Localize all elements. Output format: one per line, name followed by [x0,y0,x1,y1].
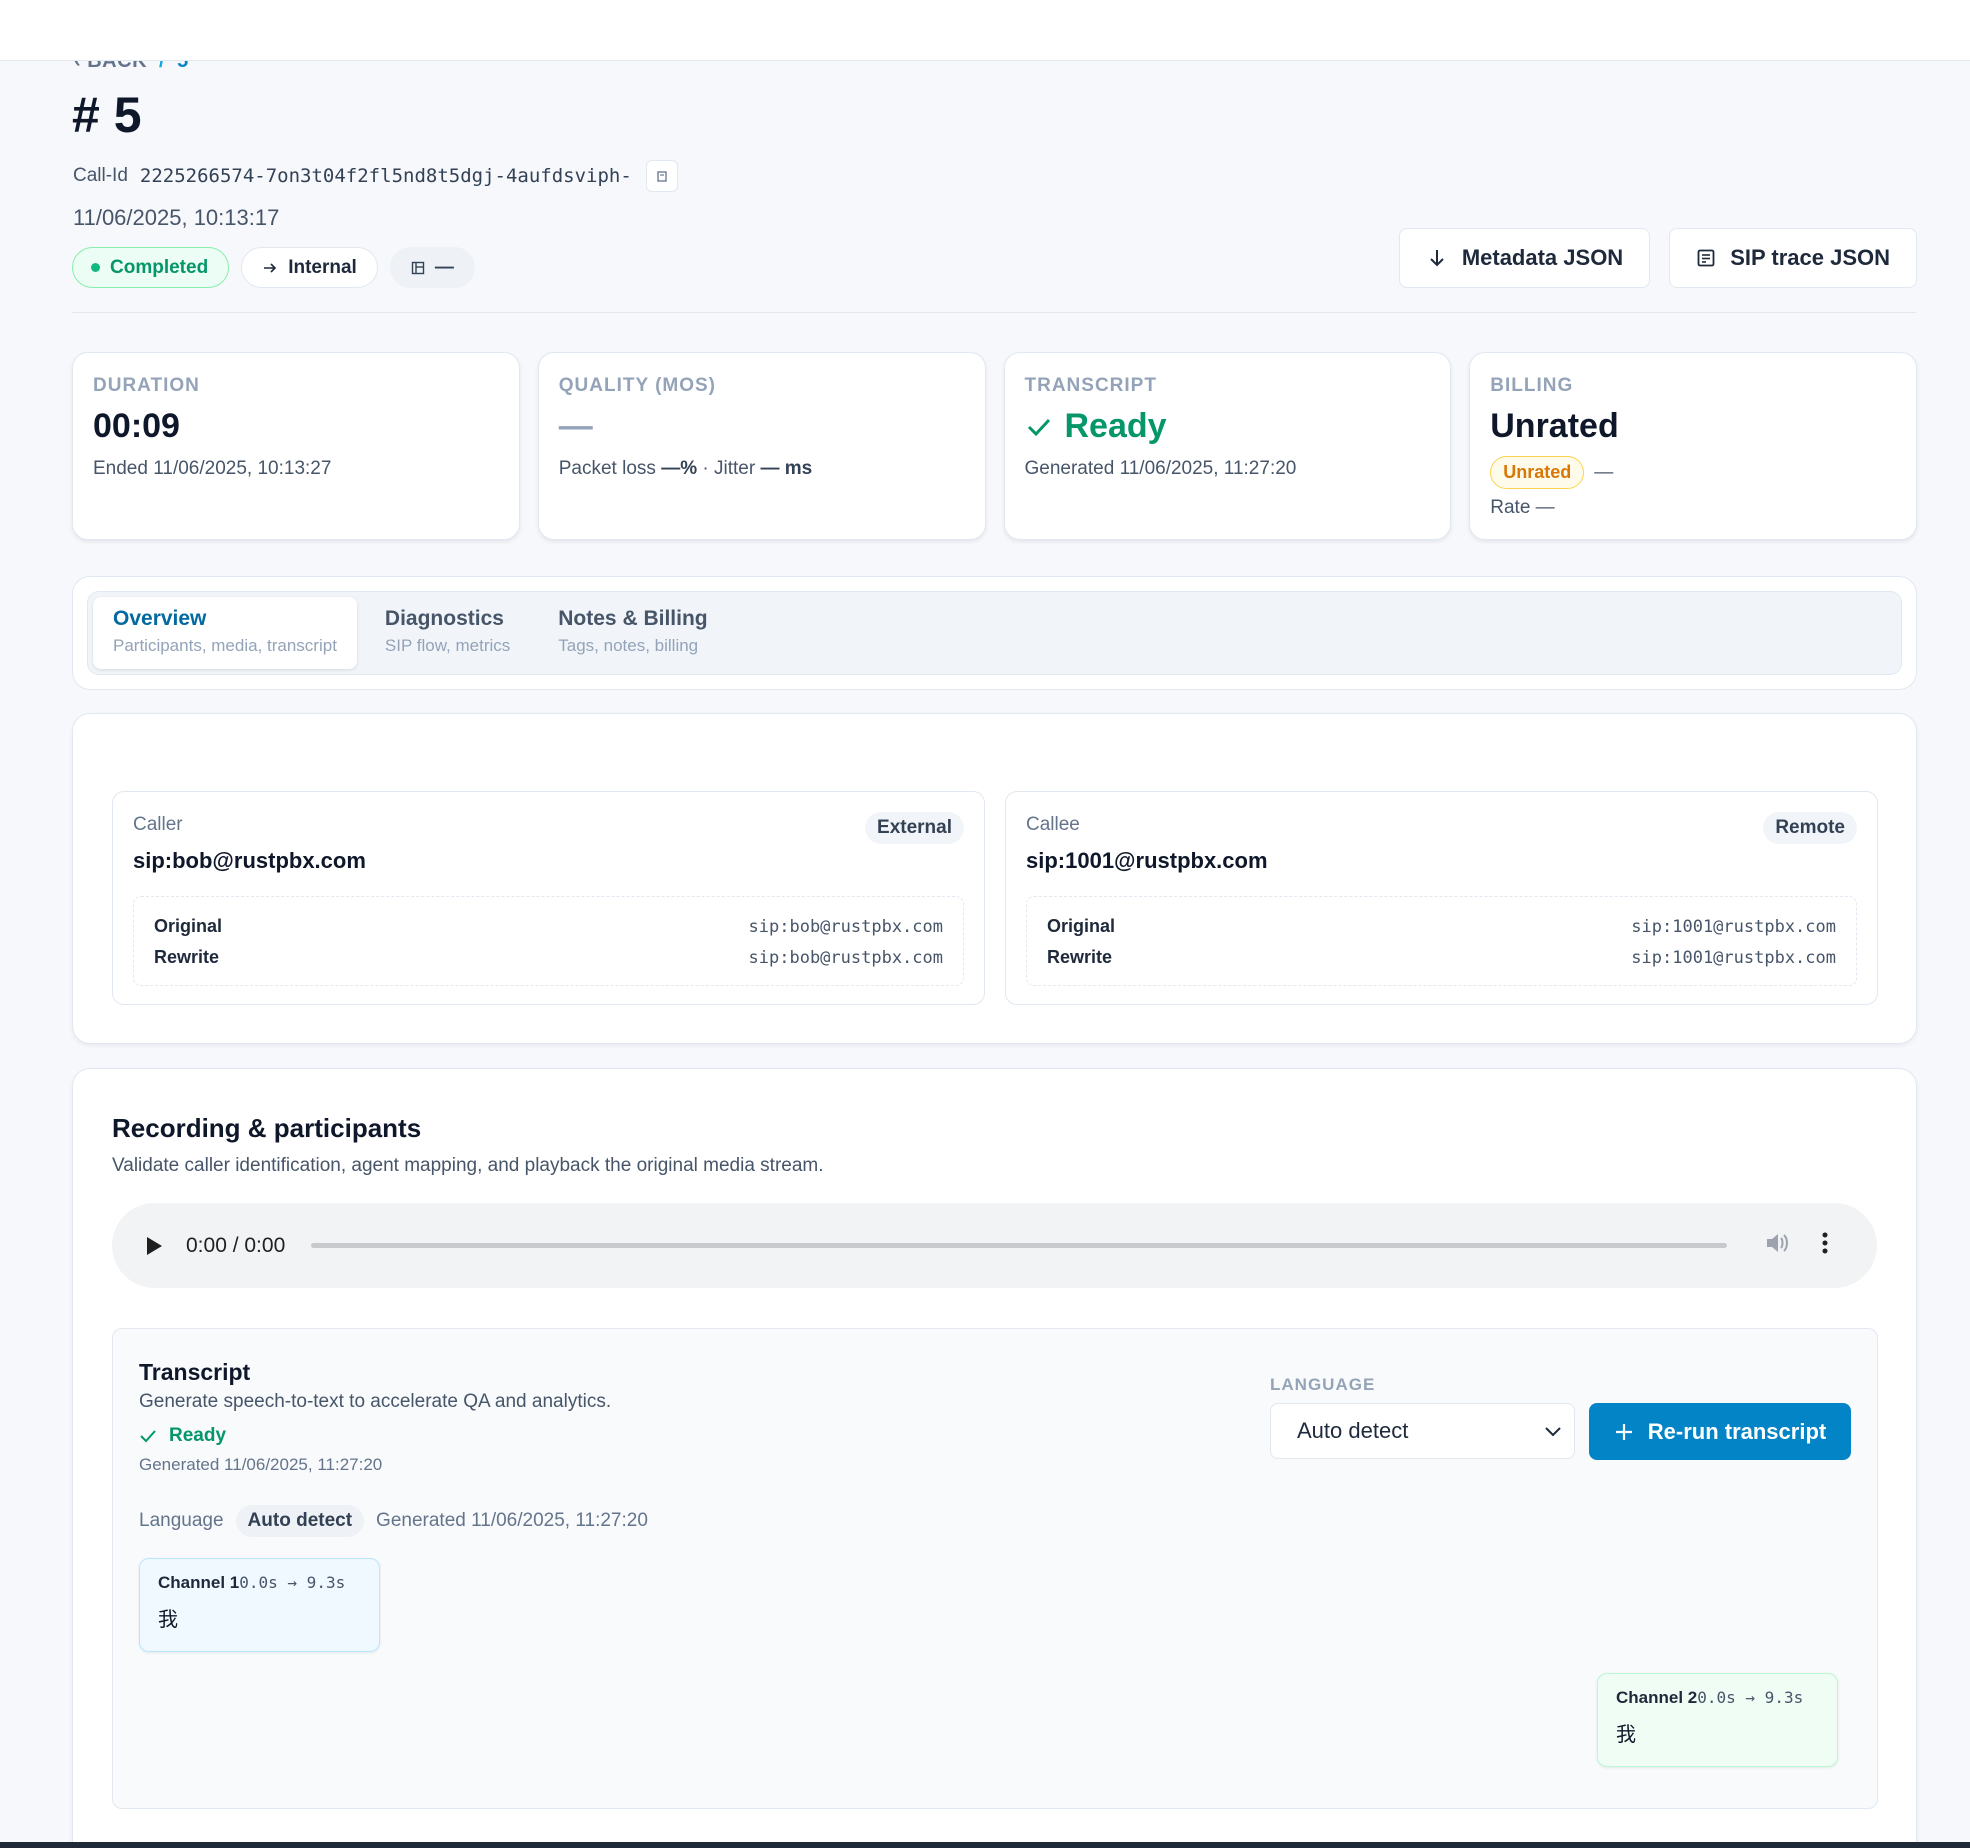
recording-title: Recording & participants [112,1113,422,1143]
callee-uri: sip:1001@rustpbx.com [1026,848,1268,873]
language-label: LANGUAGE [1270,1375,1376,1394]
quality-label: QUALITY (MOS) [558,375,717,396]
rerun-transcript-button[interactable]: Re-run transcript [1589,1403,1851,1460]
participants-card: Caller External sip:bob@rustpbx.com Orig… [72,713,1917,1044]
tabs-card: Overview Participants, media, transcript… [72,576,1917,690]
transcript-segment: Channel 20.0s → 9.3s 我 [1597,1673,1838,1767]
trunk-icon [411,261,425,274]
play-button[interactable] [142,1234,166,1258]
call-id-row: Call-Id 2225266574-7on3t04f2fl5nd8t5dgj-… [73,160,678,192]
tab-notes-billing[interactable]: Notes & Billing Tags, notes, billing [538,597,727,669]
top-bar [0,0,1970,61]
language-chip: Auto detect [235,1505,365,1537]
more-vertical-icon [1822,1232,1828,1254]
billing-label: BILLING [1490,375,1574,396]
recording-card: Recording & participants Validate caller… [72,1068,1917,1848]
duration-card: DURATION 00:09 Ended 11/06/2025, 10:13:2… [72,352,520,540]
quality-value: — [558,407,593,445]
metadata-json-button[interactable]: Metadata JSON [1398,228,1651,288]
segment-text: 我 [1616,1722,1636,1746]
segment-text: 我 [158,1607,178,1631]
header-divider [72,312,1916,313]
duration-value: 00:09 [93,407,180,445]
transcript-generated-time: Generated 11/06/2025, 11:27:20 [139,1455,383,1474]
tab-diagnostics[interactable]: Diagnostics SIP flow, metrics [365,597,530,669]
callee-uri-details: Original sip:1001@rustpbx.com Rewrite sip:… [1026,896,1857,986]
check-icon [1027,418,1050,436]
tab-list: Overview Participants, media, transcript… [87,591,1902,675]
billing-value: Unrated [1490,407,1619,445]
volume-icon [1767,1234,1789,1252]
tab-overview[interactable]: Overview Participants, media, transcript [93,597,357,669]
transcript-card: TRANSCRIPT Ready Generated 11/06/2025, 1… [1003,352,1452,540]
bottom-edge [0,1842,1970,1848]
quality-metrics: Packet loss —% · Jitter — ms [558,458,813,479]
caller-tag: External [865,812,964,844]
call-timestamp: 11/06/2025, 10:13:17 [73,205,280,230]
caller-uri-details: Original sip:bob@rustpbx.com Rewrite sip:b… [133,896,964,986]
volume-button[interactable] [1765,1231,1791,1260]
download-icon [1430,250,1444,267]
duration-ended: Ended 11/06/2025, 10:13:27 [93,458,332,479]
arrow-right-icon [264,262,277,273]
audio-player: 0:00 / 0:00 [112,1203,1877,1288]
transcript-ready-status: Ready [139,1425,226,1447]
callee-panel: Callee Remote sip:1001@rustpbx.com Origi… [1005,791,1878,1005]
transcript-title: Transcript [139,1359,251,1385]
page-title: # 5 [72,87,142,143]
status-dot-icon [91,263,100,272]
caller-original-uri: sip:bob@rustpbx.com [748,916,943,937]
callee-rewrite-uri: sip:1001@rustpbx.com [1631,947,1836,968]
copy-icon [657,171,667,182]
check-icon [140,1430,156,1443]
billing-status-row: Unrated — [1490,456,1896,489]
billing-rate: Rate — [1490,497,1555,518]
language-select[interactable]: Auto detect [1270,1403,1575,1459]
duration-label: DURATION [93,375,200,396]
transcript-status: Ready [1025,407,1431,446]
stats-row: DURATION 00:09 Ended 11/06/2025, 10:13:2… [72,352,1917,540]
call-id-label: Call-Id [73,165,128,186]
direction-badge: Internal [241,247,378,288]
callee-role: Callee [1026,814,1080,835]
transcript-meta: Language Auto detect Generated 11/06/202… [139,1505,648,1537]
caller-panel: Caller External sip:bob@rustpbx.com Orig… [112,791,985,1005]
callee-tag: Remote [1763,812,1857,844]
transcript-panel: Transcript Generate speech-to-text to ac… [112,1328,1878,1809]
seek-bar[interactable] [311,1243,1728,1248]
caller-rewrite-uri: sip:bob@rustpbx.com [748,947,943,968]
caller-uri: sip:bob@rustpbx.com [133,848,366,873]
status-pills: Completed Internal — [72,247,475,288]
caller-role: Caller [133,814,183,835]
player-time: 0:00 / 0:00 [186,1233,286,1257]
plus-icon [1615,1423,1632,1440]
unrated-badge: Unrated [1490,456,1585,489]
header-actions: Metadata JSON SIP trace JSON [1398,228,1917,288]
recording-description: Validate caller identification, agent ma… [112,1155,824,1176]
transcript-generated: Generated 11/06/2025, 11:27:20 [1024,458,1297,479]
callee-original-uri: sip:1001@rustpbx.com [1631,916,1836,937]
transcript-label: TRANSCRIPT [1024,375,1157,396]
transcript-description: Generate speech-to-text to accelerate QA… [139,1391,612,1412]
status-badge: Completed [72,247,230,288]
sip-trace-json-button[interactable]: SIP trace JSON [1669,228,1917,288]
play-icon [147,1236,162,1255]
trunk-badge: — [389,247,475,288]
document-icon [1697,249,1715,267]
billing-card: BILLING Unrated Unrated — Rate — [1469,352,1917,540]
call-id-value: 2225266574-7on3t04f2fl5nd8t5dgj-4aufdsvi… [139,165,632,187]
copy-button[interactable] [645,160,678,192]
quality-card: QUALITY (MOS) — Packet loss —% · Jitter … [537,352,986,540]
more-options-button[interactable] [1821,1231,1829,1260]
transcript-segment: Channel 10.0s → 9.3s 我 [139,1558,380,1652]
chevron-down-icon [1545,1427,1561,1437]
